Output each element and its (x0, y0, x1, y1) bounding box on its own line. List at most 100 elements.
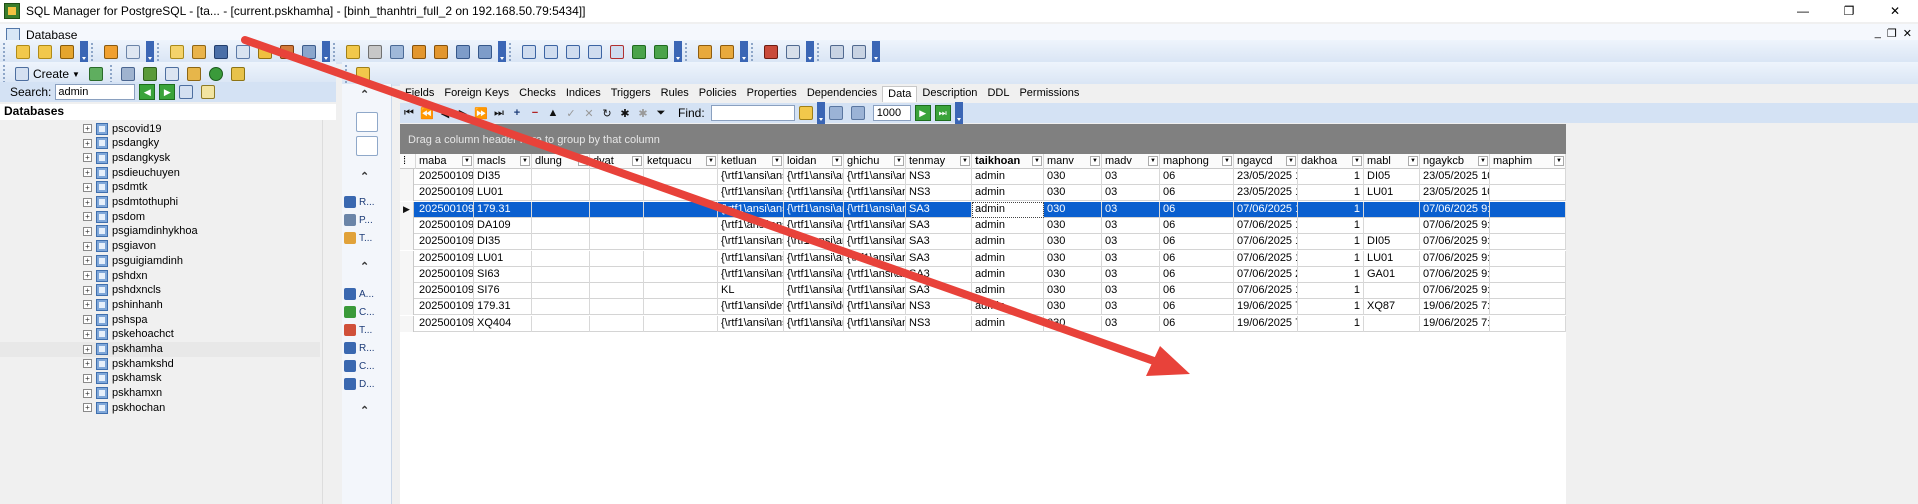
restore-button[interactable] (453, 42, 473, 62)
row-indicator[interactable] (400, 250, 414, 267)
tab-rules[interactable]: Rules (656, 86, 694, 102)
cell-ketquacu[interactable] (644, 266, 718, 283)
cell-maphim[interactable] (1490, 169, 1566, 185)
cell-manv[interactable]: 030 (1044, 315, 1102, 332)
cell-maphim[interactable] (1490, 234, 1566, 251)
expand-icon[interactable]: + (83, 285, 92, 295)
table-row[interactable]: 2025001094SI76KL{\rtf1\ansi\ansi{\rtf1\a… (400, 283, 1566, 300)
toolbar-grip[interactable] (345, 65, 349, 83)
sidebar-link[interactable]: C... (342, 304, 392, 320)
search-next-button[interactable]: ▶ (159, 84, 176, 100)
cell-ghichu[interactable]: {\rtf1\ansi\ansi (844, 299, 906, 316)
tree-item[interactable]: + psdmtk (0, 180, 320, 195)
cell-tenmay[interactable]: SA3 (906, 217, 972, 234)
tab-data[interactable]: Data (882, 86, 918, 102)
tree-item[interactable]: + pskehoachct (0, 327, 320, 342)
cell-manv[interactable]: 030 (1044, 185, 1102, 202)
table-row[interactable]: 2025001094DI35{\rtf1\ansi\ansic{\rtf1\an… (400, 169, 1566, 185)
column-header[interactable]: macls ▼ (474, 154, 532, 169)
toolbar-grip[interactable] (3, 43, 7, 61)
cell-ketquacu[interactable] (644, 315, 718, 332)
sidebar-link[interactable]: R... (342, 340, 392, 356)
cell-maba[interactable]: 2025001094 (416, 185, 474, 202)
collapse-chevron-icon[interactable]: ⌃ (360, 404, 369, 417)
prev-record-button[interactable]: ◀ (437, 105, 453, 121)
expand-icon[interactable]: + (83, 359, 92, 369)
cell-taikhoan[interactable]: admin (972, 217, 1044, 234)
cell-taikhoan[interactable]: admin (972, 266, 1044, 283)
cell-loidan[interactable]: {\rtf1\ansi\ansi (784, 217, 844, 234)
cell-maphong[interactable]: 06 (1160, 169, 1234, 185)
help-button[interactable] (849, 42, 869, 62)
tree-item[interactable]: + pshinhanh (0, 297, 320, 312)
cell-ngaykcb[interactable]: 07/06/2025 9:24: (1420, 217, 1490, 234)
cell-ngaykcb[interactable]: 07/06/2025 9:24: (1420, 266, 1490, 283)
column-filter-icon[interactable]: ▼ (632, 156, 642, 166)
cell-madv[interactable]: 03 (1102, 250, 1160, 267)
delete-record-button[interactable]: − (527, 105, 543, 121)
table-row[interactable]: 2025001094LU01{\rtf1\ansi\ansic{\rtf1\an… (400, 185, 1566, 202)
cell-taikhoan[interactable]: admin (972, 185, 1044, 202)
properties-button[interactable] (162, 64, 182, 84)
tree-item[interactable]: + pshdxncls (0, 283, 320, 298)
tree-item[interactable]: + psdangky (0, 136, 320, 151)
cell-ngaykcb[interactable]: 07/06/2025 9:24: (1420, 234, 1490, 251)
cell-mabl[interactable]: DI05 (1364, 169, 1420, 185)
cell-maphong[interactable]: 06 (1160, 185, 1234, 202)
cell-madv[interactable]: 03 (1102, 266, 1160, 283)
sidebar-link[interactable]: D... (342, 376, 392, 392)
cell-dakhoa[interactable]: 1 (1298, 283, 1364, 300)
cell-dlung[interactable] (532, 250, 590, 267)
next-page-button[interactable]: ⏩ (473, 105, 489, 121)
column-filter-icon[interactable]: ▼ (1352, 156, 1362, 166)
column-header[interactable]: maphong ▼ (1160, 154, 1234, 169)
cell-madv[interactable]: 03 (1102, 201, 1160, 218)
cell-dakhoa[interactable]: 1 (1298, 169, 1364, 185)
cell-ketluan[interactable]: {\rtf1\ansi\deff0 (718, 299, 784, 316)
cell-ketquacu[interactable] (644, 299, 718, 316)
cell-tenmay[interactable]: NS3 (906, 185, 972, 202)
cell-mabl[interactable] (1364, 283, 1420, 300)
column-filter-icon[interactable]: ▼ (520, 156, 530, 166)
cell-dakhoa[interactable]: 1 (1298, 217, 1364, 234)
window-cascade-button[interactable] (519, 42, 539, 62)
cell-madv[interactable]: 03 (1102, 299, 1160, 316)
cell-dvat[interactable] (590, 169, 644, 185)
expand-icon[interactable]: + (83, 212, 92, 222)
column-filter-icon[interactable]: ▼ (578, 156, 588, 166)
cell-taikhoan[interactable]: admin (972, 299, 1044, 316)
tab-properties[interactable]: Properties (742, 86, 802, 102)
toolbar-chevron[interactable] (954, 102, 963, 124)
cell-madv[interactable]: 03 (1102, 169, 1160, 185)
column-header[interactable]: ketluan ▼ (718, 154, 784, 169)
cell-mabl[interactable]: LU01 (1364, 185, 1420, 202)
page-next-button[interactable]: ▶ (914, 105, 931, 121)
cell-maphong[interactable]: 06 (1160, 250, 1234, 267)
cell-ngaycd[interactable]: 07/06/2025 12:4 (1234, 217, 1298, 234)
maximize-button[interactable]: ❐ (1826, 0, 1872, 22)
cell-ngaycd[interactable]: 07/06/2025 12:4 (1234, 283, 1298, 300)
expand-icon[interactable]: + (83, 182, 92, 192)
tree-item[interactable]: + psgiamdinhykhoa (0, 224, 320, 239)
cell-dvat[interactable] (590, 201, 644, 218)
cell-maphim[interactable] (1490, 315, 1566, 332)
expand-icon[interactable]: + (83, 344, 92, 354)
prev-page-button[interactable]: ⏪ (419, 105, 435, 121)
column-header[interactable]: dakhoa ▼ (1298, 154, 1364, 169)
cell-ghichu[interactable]: {\rtf1\ansi\ansi (844, 201, 906, 218)
column-header[interactable]: dlung ▼ (532, 154, 590, 169)
cell-dlung[interactable] (532, 169, 590, 185)
tree-item[interactable]: + pskhamha (0, 341, 320, 357)
cell-macls[interactable]: DI35 (474, 234, 532, 251)
cell-ketquacu[interactable] (644, 283, 718, 300)
cell-dvat[interactable] (590, 315, 644, 332)
cell-ghichu[interactable]: {\rtf1\ansi\ansi (844, 250, 906, 267)
cell-macls[interactable]: DI35 (474, 169, 532, 185)
cell-macls[interactable]: 179.31 (474, 201, 532, 218)
cell-tenmay[interactable]: SA3 (906, 234, 972, 251)
cell-ngaycd[interactable]: 23/05/2025 10:3: (1234, 169, 1298, 185)
column-header[interactable]: maba ▼ (416, 154, 474, 169)
export-button[interactable] (343, 42, 363, 62)
cell-ketquacu[interactable] (644, 185, 718, 202)
cell-dlung[interactable] (532, 299, 590, 316)
